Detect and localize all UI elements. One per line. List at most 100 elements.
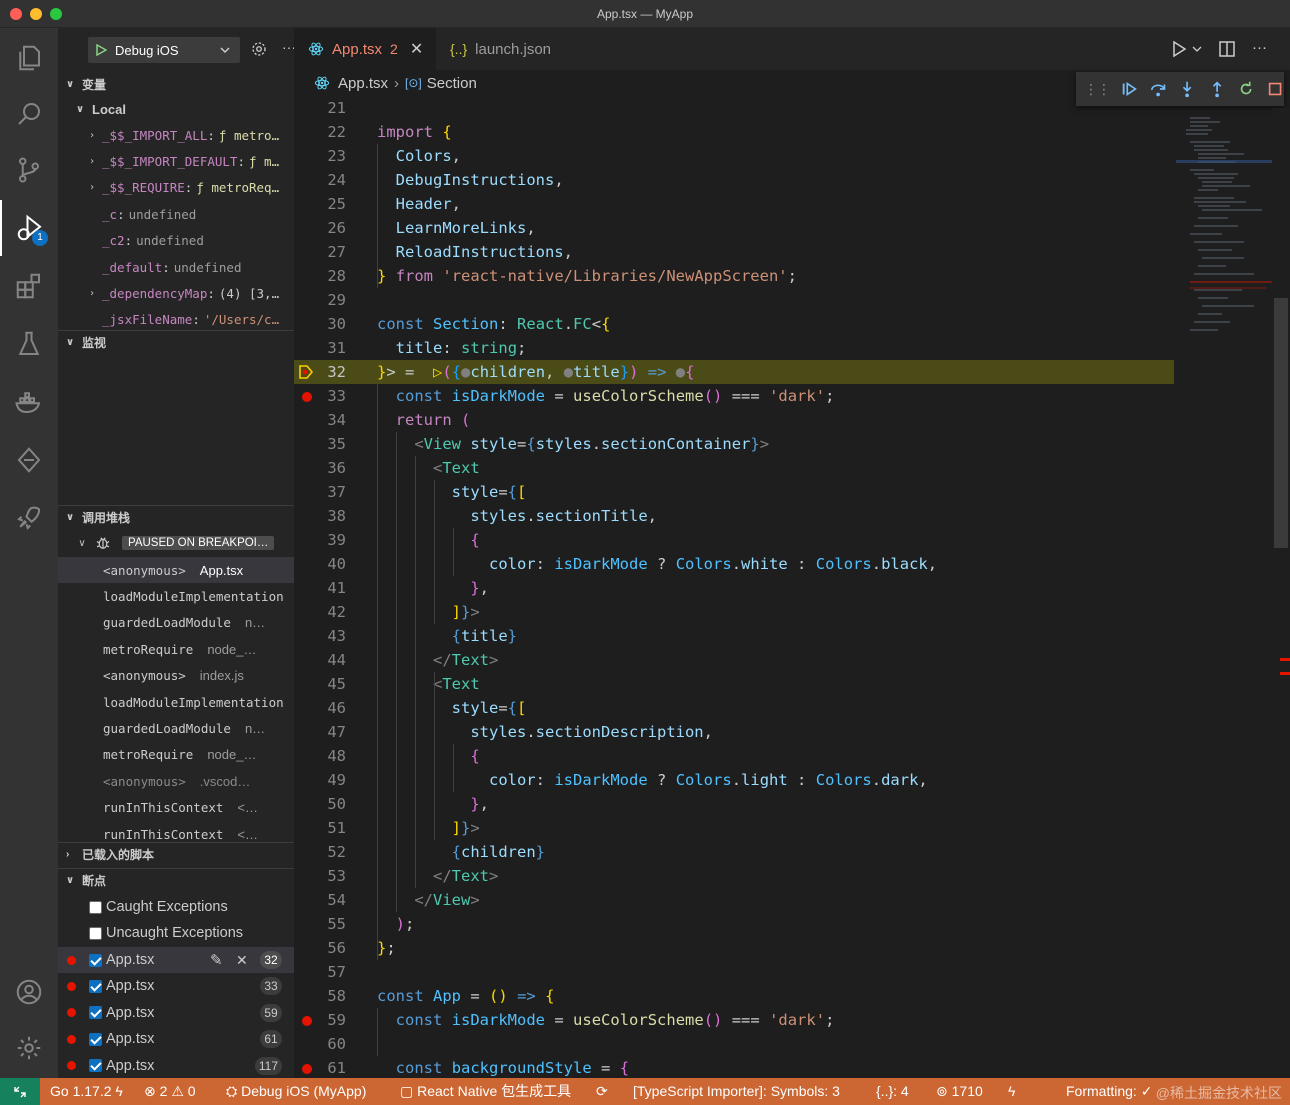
code-line[interactable]: 23 Colors, bbox=[294, 144, 1174, 168]
port-indicator[interactable]: ⊚ 1710 bbox=[936, 1078, 983, 1105]
line-number[interactable]: 24 bbox=[294, 168, 346, 192]
lightning-icon[interactable]: ϟ bbox=[1008, 1078, 1015, 1105]
breakpoint-enabled-checkbox[interactable] bbox=[89, 1032, 102, 1046]
variable-row[interactable]: › _$$_IMPORT_DEFAULT: ƒ m… bbox=[58, 148, 294, 174]
line-number[interactable]: 26 bbox=[294, 216, 346, 240]
watch-section-header[interactable]: ∨ 监视 bbox=[58, 330, 294, 354]
code-line[interactable]: 33 const isDarkMode = useColorScheme() =… bbox=[294, 384, 1174, 408]
line-number[interactable]: 47 bbox=[294, 720, 346, 744]
run-icon[interactable] bbox=[1170, 40, 1188, 58]
docker-activity[interactable] bbox=[0, 374, 58, 430]
react-native-packager[interactable]: ▢ React Native 包生成工具 bbox=[400, 1078, 571, 1105]
code-line[interactable]: 42 ]}> bbox=[294, 600, 1174, 624]
continue-icon[interactable] bbox=[1120, 79, 1138, 99]
manage-activity[interactable] bbox=[0, 1020, 58, 1076]
line-number[interactable]: 31 bbox=[294, 336, 346, 360]
breakpoint-row[interactable]: App.tsx 33 bbox=[58, 973, 294, 999]
breakpoint-enabled-checkbox[interactable] bbox=[89, 953, 102, 967]
code-line[interactable]: 30 const Section: React.FC<{ bbox=[294, 312, 1174, 336]
code-line[interactable]: 22 import { bbox=[294, 120, 1174, 144]
line-number[interactable]: 45 bbox=[294, 672, 346, 696]
code-line[interactable]: 52 {children} bbox=[294, 840, 1174, 864]
remote-activity[interactable] bbox=[0, 432, 58, 488]
line-number[interactable]: 21 bbox=[294, 96, 346, 120]
breakpoint-enabled-checkbox[interactable] bbox=[89, 1006, 102, 1020]
line-number[interactable]: 39 bbox=[294, 528, 346, 552]
local-scope-header[interactable]: ∨ Local bbox=[58, 97, 294, 121]
line-number[interactable]: 36 bbox=[294, 456, 346, 480]
line-number[interactable]: 53 bbox=[294, 864, 346, 888]
thread-row[interactable]: ∨ PAUSED ON BREAKPOI… bbox=[58, 530, 294, 556]
stack-frame[interactable]: <anonymous> .vscod… bbox=[58, 768, 294, 794]
code-line[interactable]: 45 <Text bbox=[294, 672, 1174, 696]
line-number[interactable]: 34 bbox=[294, 408, 346, 432]
code-line[interactable]: 48 { bbox=[294, 744, 1174, 768]
formatting-status[interactable]: Formatting: ✓ bbox=[1066, 1078, 1152, 1105]
breakpoint-gutter-icon[interactable] bbox=[302, 1016, 312, 1026]
line-number[interactable]: 48 bbox=[294, 744, 346, 768]
breakpoint-row[interactable]: App.tsx 59 bbox=[58, 1000, 294, 1026]
go-version[interactable]: Go 1.17.2 ϟ bbox=[50, 1078, 123, 1105]
tab-app-tsx[interactable]: App.tsx 2 ✕ bbox=[294, 28, 436, 70]
code-line[interactable]: 39 { bbox=[294, 528, 1174, 552]
chevron-right-icon[interactable]: › bbox=[86, 156, 98, 167]
line-number[interactable]: 58 bbox=[294, 984, 346, 1008]
line-number[interactable]: 37 bbox=[294, 480, 346, 504]
code-line[interactable]: 38 styles.sectionTitle, bbox=[294, 504, 1174, 528]
code-line[interactable]: 55 ); bbox=[294, 912, 1174, 936]
variable-row[interactable]: _c2: undefined bbox=[58, 228, 294, 254]
code-line[interactable]: 40 color: isDarkMode ? Colors.white : Co… bbox=[294, 552, 1174, 576]
line-number[interactable]: 50 bbox=[294, 792, 346, 816]
scrollbar-thumb[interactable] bbox=[1274, 298, 1288, 548]
stack-frame[interactable]: <anonymous> index.js bbox=[58, 663, 294, 689]
source-control-activity[interactable] bbox=[0, 142, 58, 198]
line-number[interactable]: 46 bbox=[294, 696, 346, 720]
variable-row[interactable]: › _$$_IMPORT_ALL: ƒ metro… bbox=[58, 122, 294, 148]
code-line[interactable]: 46 style={[ bbox=[294, 696, 1174, 720]
stack-frame[interactable]: metroRequire node_… bbox=[58, 742, 294, 768]
caught-exceptions-row[interactable]: Caught Exceptions bbox=[58, 894, 294, 920]
variable-row[interactable]: _default: undefined bbox=[58, 254, 294, 280]
code-line[interactable]: 47 styles.sectionDescription, bbox=[294, 720, 1174, 744]
line-number[interactable]: 30 bbox=[294, 312, 346, 336]
step-out-icon[interactable] bbox=[1208, 79, 1226, 99]
variable-row[interactable]: › _$$_REQUIRE: ƒ metroReq… bbox=[58, 175, 294, 201]
line-number[interactable]: 54 bbox=[294, 888, 346, 912]
line-number[interactable]: 44 bbox=[294, 648, 346, 672]
code-line[interactable]: 21 bbox=[294, 96, 1174, 120]
variable-row[interactable]: › _dependencyMap: (4) [3,… bbox=[58, 280, 294, 306]
code-line[interactable]: 27 ReloadInstructions, bbox=[294, 240, 1174, 264]
close-tab-icon[interactable]: ✕ bbox=[410, 39, 423, 59]
code-line[interactable]: 53 </Text> bbox=[294, 864, 1174, 888]
code-line[interactable]: 26 LearnMoreLinks, bbox=[294, 216, 1174, 240]
line-number[interactable]: 25 bbox=[294, 192, 346, 216]
ts-importer-status[interactable]: [TypeScript Importer]: Symbols: 3 bbox=[633, 1078, 840, 1105]
breakpoint-enabled-checkbox[interactable] bbox=[89, 979, 102, 993]
code-line[interactable]: 28} from 'react-native/Libraries/NewAppS… bbox=[294, 264, 1174, 288]
react-native-activity[interactable] bbox=[0, 490, 58, 546]
breakpoint-row[interactable]: App.tsx 117 bbox=[58, 1053, 294, 1079]
code-line[interactable]: 54 </View> bbox=[294, 888, 1174, 912]
extensions-activity[interactable] bbox=[0, 258, 58, 314]
stack-frame[interactable]: loadModuleImplementation bbox=[58, 689, 294, 715]
code-line[interactable]: 56}; bbox=[294, 936, 1174, 960]
stack-frame[interactable]: runInThisContext <… bbox=[58, 795, 294, 821]
variable-row[interactable]: _jsxFileName: '/Users/c… bbox=[58, 307, 294, 333]
stack-frame[interactable]: metroRequire node_… bbox=[58, 636, 294, 662]
code-line[interactable]: 60 bbox=[294, 1032, 1174, 1056]
code-line[interactable]: 34 return ( bbox=[294, 408, 1174, 432]
uncaught-exceptions-row[interactable]: Uncaught Exceptions bbox=[58, 920, 294, 946]
stack-frame[interactable]: guardedLoadModule n… bbox=[58, 715, 294, 741]
caught-exceptions-checkbox[interactable] bbox=[89, 900, 102, 914]
line-number[interactable]: 38 bbox=[294, 504, 346, 528]
stack-frame[interactable]: guardedLoadModule n… bbox=[58, 610, 294, 636]
breakpoint-gutter-icon[interactable] bbox=[302, 1064, 312, 1074]
start-debug-icon[interactable] bbox=[95, 44, 107, 56]
line-number[interactable]: 29 bbox=[294, 288, 346, 312]
search-activity[interactable] bbox=[0, 86, 58, 142]
code-line[interactable]: 57 bbox=[294, 960, 1174, 984]
code-line[interactable]: 59 const isDarkMode = useColorScheme() =… bbox=[294, 1008, 1174, 1032]
step-into-icon[interactable] bbox=[1178, 79, 1196, 99]
code-editor[interactable]: 21 22 import {23 Colors, 24 DebugInstructio… bbox=[294, 96, 1290, 1078]
remove-breakpoint-icon[interactable]: ✕ bbox=[236, 952, 248, 969]
